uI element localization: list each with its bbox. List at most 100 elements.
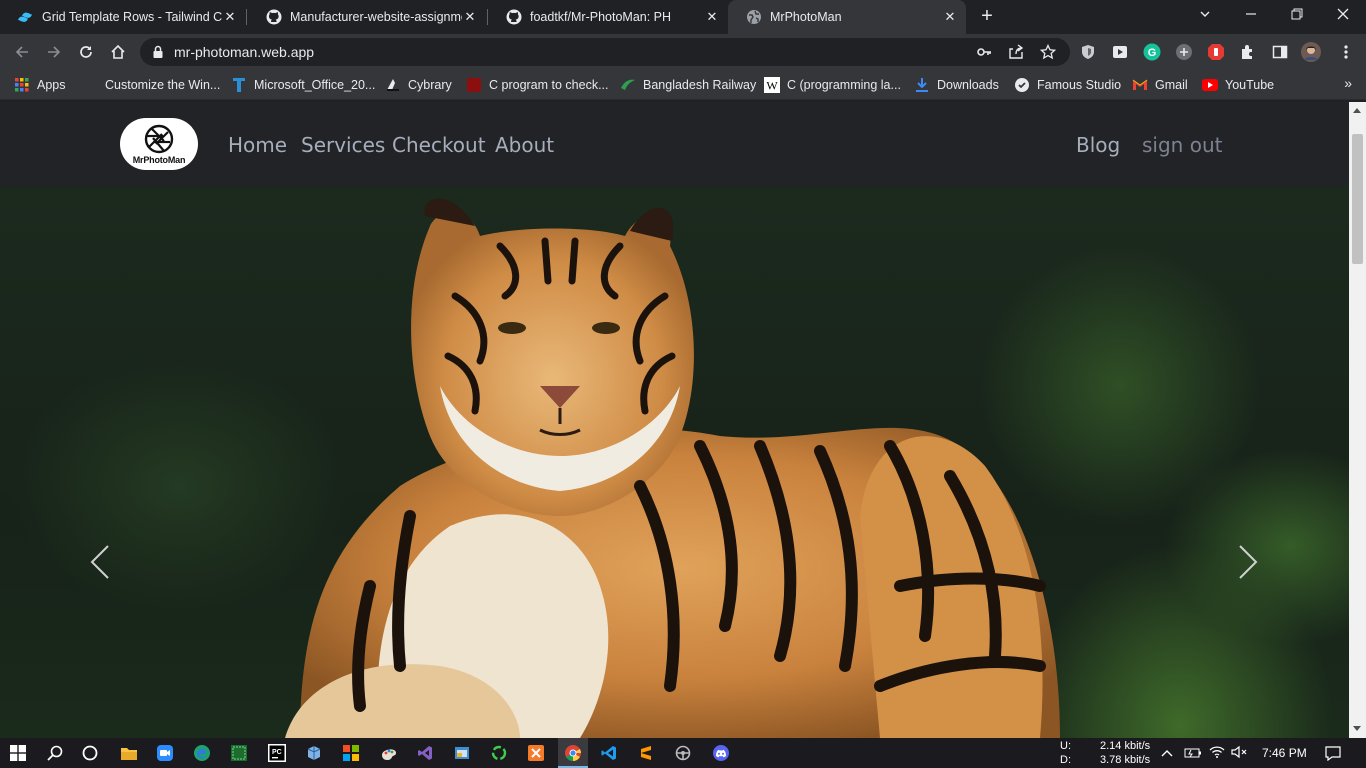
edge-icon[interactable] (194, 745, 210, 766)
reload-button[interactable] (74, 40, 98, 64)
file-explorer-icon[interactable] (120, 745, 138, 766)
notification-icon[interactable] (1325, 745, 1341, 766)
virtualbox-icon[interactable] (306, 745, 322, 766)
profile-avatar[interactable] (1301, 42, 1321, 62)
bookmark-customize[interactable]: Customize the Win... (82, 76, 220, 94)
grammarly-icon[interactable]: G (1142, 42, 1162, 62)
office-apps-icon[interactable] (343, 745, 359, 766)
nav-checkout[interactable]: Checkout (392, 133, 486, 157)
vscode-icon[interactable] (601, 745, 617, 766)
nav-services[interactable]: Services (301, 133, 385, 157)
minimize-button[interactable] (1228, 0, 1274, 30)
gmail-icon (1132, 77, 1148, 93)
tab-repo[interactable]: foadtkf/Mr-PhotoMan: PH ✕ (488, 0, 728, 34)
tab-strip: Grid Template Rows - Tailwind CS ✕ Manuf… (0, 0, 1366, 34)
discord-icon[interactable] (712, 745, 730, 766)
shield-extension-icon[interactable] (1078, 42, 1098, 62)
nav-about[interactable]: About (495, 133, 554, 157)
bookmarks-overflow-icon[interactable]: » (1344, 75, 1352, 91)
tab-tailwind[interactable]: Grid Template Rows - Tailwind CS ✕ (0, 0, 246, 34)
side-panel-icon[interactable] (1270, 42, 1290, 62)
battery-icon[interactable] (1184, 746, 1202, 764)
bookmark-label: Bangladesh Railway (643, 78, 757, 92)
wifi-icon[interactable] (1209, 745, 1225, 764)
nav-sign-out[interactable]: sign out (1142, 133, 1222, 157)
nav-home[interactable]: Home (228, 133, 287, 157)
address-bar[interactable]: mr-photoman.web.app (140, 38, 1070, 66)
steering-app-icon[interactable] (675, 745, 691, 766)
page-scrollbar[interactable] (1349, 102, 1366, 738)
lock-icon[interactable] (152, 45, 164, 64)
close-icon[interactable]: ✕ (222, 9, 238, 25)
close-window-button[interactable] (1320, 0, 1366, 30)
svg-text:PC: PC (272, 749, 282, 756)
paint-icon[interactable] (380, 745, 398, 766)
github-icon (506, 9, 522, 25)
bookmark-star-icon[interactable] (1040, 44, 1056, 60)
apps-grid-icon (14, 77, 30, 93)
cortana-icon[interactable] (82, 745, 98, 766)
net-up-speed: 2.14 kbit/s (1100, 740, 1151, 752)
bookmark-famous-studio[interactable]: Famous Studio (1014, 76, 1121, 94)
windows-taskbar: PC U: D: 2.14 kbit/s 3.78 kbit/s 7:46 PM (0, 738, 1366, 768)
puzzle-extensions-icon[interactable] (1238, 42, 1258, 62)
net-down-label: D: (1060, 754, 1071, 766)
video-extension-icon[interactable] (1110, 42, 1130, 62)
menu-kebab-icon[interactable] (1336, 42, 1356, 62)
visual-studio-icon[interactable] (417, 745, 433, 766)
bookmark-label: Cybrary (408, 78, 452, 92)
window-app-icon[interactable] (454, 745, 470, 766)
site-logo[interactable]: MrPhotoMan (120, 118, 198, 170)
nav-blog[interactable]: Blog (1076, 133, 1120, 157)
scroll-thumb[interactable] (1352, 134, 1363, 264)
carousel-prev-icon[interactable] (88, 544, 112, 580)
carousel-next-icon[interactable] (1236, 544, 1260, 580)
key-icon[interactable] (976, 44, 992, 60)
scroll-down-icon[interactable] (1353, 726, 1361, 731)
bookmark-railway[interactable]: Bangladesh Railway (620, 76, 756, 94)
tab-title: Manufacturer-website-assignmen (290, 10, 462, 24)
back-button[interactable] (10, 40, 34, 64)
add-extension-icon[interactable] (1174, 42, 1194, 62)
clock-time[interactable]: 7:46 PM (1262, 746, 1307, 760)
tab-title: foadtkf/Mr-PhotoMan: PH (530, 10, 672, 24)
bookmark-gmail[interactable]: Gmail (1132, 76, 1188, 94)
new-tab-button[interactable]: + (976, 6, 998, 28)
bookmark-downloads[interactable]: Downloads (914, 76, 999, 94)
close-icon[interactable]: ✕ (462, 9, 478, 25)
search-icon[interactable] (47, 745, 63, 766)
tab-manufacturer[interactable]: Manufacturer-website-assignmen ✕ (248, 0, 486, 34)
volume-muted-icon[interactable] (1231, 745, 1247, 764)
zoom-icon[interactable] (157, 745, 173, 766)
forward-button[interactable] (42, 40, 66, 64)
terminal-icon[interactable] (231, 745, 247, 766)
tray-chevron-up-icon[interactable] (1161, 746, 1173, 764)
bookmark-apps[interactable]: Apps (14, 76, 66, 94)
share-icon[interactable] (1008, 44, 1024, 60)
cybrary-icon (385, 77, 401, 93)
tab-search-icon[interactable] (1182, 0, 1228, 30)
sync-app-icon[interactable] (491, 745, 507, 766)
bookmark-label: YouTube (1225, 78, 1275, 92)
bookmark-cybrary[interactable]: Cybrary (385, 76, 452, 94)
bookmark-youtube[interactable]: YouTube (1202, 76, 1274, 94)
bookmark-office[interactable]: Microsoft_Office_20... (231, 76, 375, 94)
windows-start-icon[interactable] (10, 745, 26, 766)
pycharm-icon[interactable]: PC (268, 744, 286, 767)
xampp-icon[interactable] (528, 745, 544, 766)
bookmark-wikipedia[interactable]: W C (programming la... (764, 76, 901, 94)
github-icon (266, 9, 282, 25)
page-viewport: MrPhotoMan Home Services Checkout About … (0, 102, 1349, 738)
download-icon (914, 77, 930, 93)
office-t-icon (231, 77, 247, 93)
chrome-taskbar-item[interactable] (558, 738, 588, 768)
close-icon[interactable]: ✕ (942, 9, 958, 25)
sublime-icon[interactable] (638, 745, 654, 766)
close-icon[interactable]: ✕ (704, 9, 720, 25)
restore-button[interactable] (1274, 0, 1320, 30)
bookmark-c-program[interactable]: C program to check... (466, 76, 609, 94)
adblock-icon[interactable] (1206, 42, 1226, 62)
tab-mrphotoman[interactable]: MrPhotoMan ✕ (728, 0, 966, 34)
scroll-up-icon[interactable] (1353, 108, 1361, 113)
home-button[interactable] (106, 40, 130, 64)
